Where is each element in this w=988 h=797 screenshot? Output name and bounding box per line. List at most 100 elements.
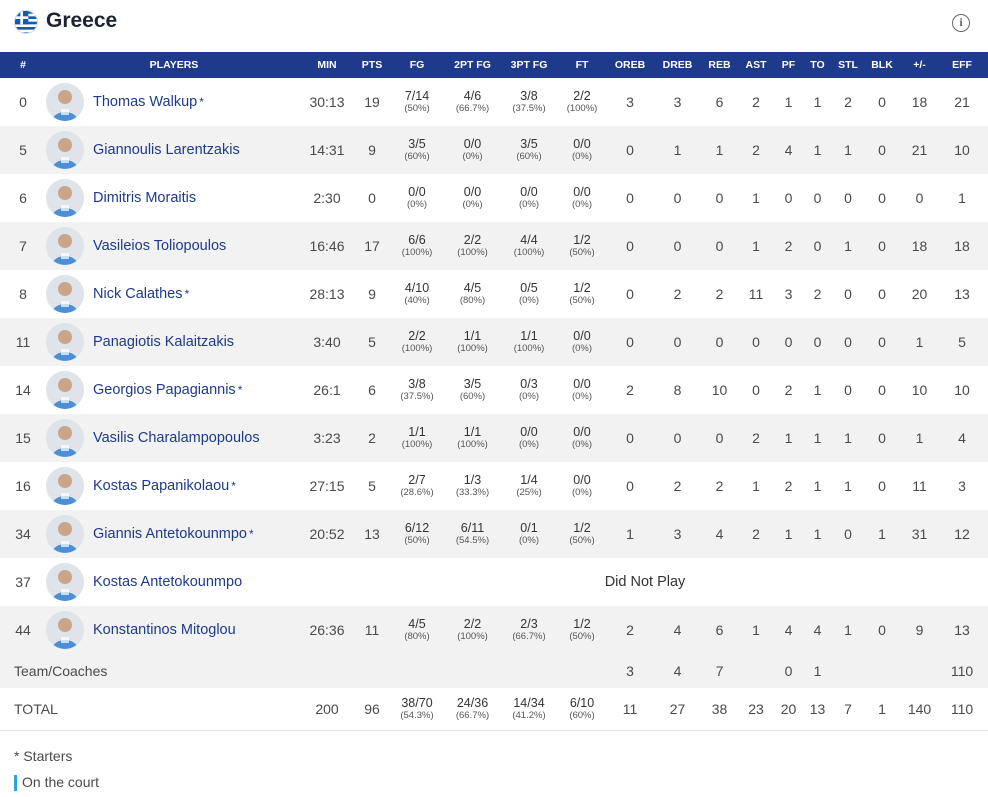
- player-row[interactable]: 7 Vasileios Toliopoulos 16:46 17 6/6 (100%) 2/…: [0, 222, 988, 270]
- fg2-cell: 2/2 (100%): [442, 606, 503, 654]
- column-header[interactable]: PTS: [352, 52, 392, 78]
- player-name-link[interactable]: Dimitris Moraitis: [93, 190, 196, 206]
- player-name-link[interactable]: Thomas Walkup: [93, 94, 197, 110]
- column-header[interactable]: EFF: [936, 52, 988, 78]
- stat-dreb: 0: [673, 430, 682, 446]
- player-name-link[interactable]: Panagiotis Kalaitzakis: [93, 334, 234, 350]
- player-row[interactable]: 37 Kostas Antetokounmpo Did Not Play: [0, 558, 988, 606]
- fg-made-attempted: 4/10: [404, 281, 430, 295]
- player-row[interactable]: 0 Thomas Walkup * 30:13 19 7/14 (50%) 4/6 (66.7%…: [0, 78, 988, 126]
- player-avatar[interactable]: [46, 611, 84, 649]
- player-avatar[interactable]: [46, 227, 84, 265]
- player-avatar[interactable]: [46, 131, 84, 169]
- player-row[interactable]: 14 Georgios Papagiannis * 26:1 6 3/8 (37.5%) 3/…: [0, 366, 988, 414]
- stat-pm: 21: [911, 142, 928, 158]
- player-avatar[interactable]: [46, 83, 84, 121]
- fg-cell: 1/1 (100%): [392, 414, 442, 462]
- team-header: Greece i: [0, 0, 988, 52]
- jersey-number: 15: [15, 430, 31, 446]
- ft-percentage: (0%): [571, 151, 593, 162]
- player-row[interactable]: 15 Vasilis Charalampopoulos 3:23 2 1/1 (100%)…: [0, 414, 988, 462]
- ft-made-attempted: 1/2: [573, 233, 591, 247]
- player-name-link[interactable]: Kostas Papanikolaou: [93, 478, 229, 494]
- fg-percentage: (50%): [404, 103, 430, 114]
- player-name-link[interactable]: Konstantinos Mitoglou: [93, 622, 236, 638]
- jersey-number: 11: [15, 334, 31, 350]
- total-stat-to: 13: [809, 700, 826, 717]
- player-row[interactable]: 5 Giannoulis Larentzakis 14:31 9 3/5 (60%) 0/0…: [0, 126, 988, 174]
- player-avatar[interactable]: [46, 563, 84, 601]
- ft-percentage: (50%): [569, 295, 595, 306]
- column-header[interactable]: +/-: [903, 52, 936, 78]
- column-header[interactable]: STL: [835, 52, 861, 78]
- player-row[interactable]: 34 Giannis Antetokounmpo * 20:52 13 6/12 (50%)…: [0, 510, 988, 558]
- stat-blk: 1: [878, 526, 886, 542]
- team-stat-ast: [735, 654, 777, 688]
- stat-pm: 10: [911, 382, 928, 398]
- player-row[interactable]: 6 Dimitris Moraitis 2:30 0 0/0 (0%) 0/0 (0%) 0/0…: [0, 174, 988, 222]
- minutes: 26:36: [309, 622, 345, 638]
- fg2-percentage: (33.3%): [455, 487, 490, 498]
- player-avatar[interactable]: [46, 515, 84, 553]
- fg2-cell: 1/3 (33.3%): [442, 462, 503, 510]
- stat-pf: 4: [784, 142, 793, 158]
- player-row[interactable]: 44 Konstantinos Mitoglou 26:36 11 4/5 (80%) 2/…: [0, 606, 988, 654]
- player-name-link[interactable]: Georgios Papagiannis: [93, 382, 236, 398]
- player-avatar[interactable]: [46, 371, 84, 409]
- stat-to: 0: [813, 238, 822, 254]
- stat-oreb: 0: [626, 142, 634, 158]
- column-header[interactable]: REB: [704, 52, 735, 78]
- player-row[interactable]: 16 Kostas Papanikolaou * 27:15 5 2/7 (28.6%) 1/…: [0, 462, 988, 510]
- starter-marker: *: [237, 383, 243, 397]
- ft-percentage: (0%): [571, 439, 593, 450]
- player-cell: Georgios Papagiannis *: [46, 366, 302, 414]
- player-avatar[interactable]: [46, 275, 84, 313]
- fg3-percentage: (60%): [516, 151, 542, 162]
- points: 6: [368, 382, 376, 398]
- player-avatar[interactable]: [46, 323, 84, 361]
- player-cell: Dimitris Moraitis: [46, 174, 302, 222]
- jersey-number: 5: [19, 142, 27, 158]
- column-header[interactable]: DREB: [651, 52, 704, 78]
- fg-made-attempted: 1/1: [408, 425, 426, 439]
- fg-percentage: (100%): [401, 439, 433, 450]
- column-header[interactable]: 3PT FG: [503, 52, 555, 78]
- column-header[interactable]: OREB: [609, 52, 651, 78]
- stat-stl: 1: [844, 238, 852, 254]
- fg2-percentage: (100%): [457, 439, 488, 450]
- ft-percentage: (0%): [571, 199, 593, 210]
- stat-blk: 0: [878, 382, 886, 398]
- player-avatar[interactable]: [46, 419, 84, 457]
- fg-percentage: (60%): [404, 151, 430, 162]
- column-header[interactable]: FT: [555, 52, 609, 78]
- stat-stl: 0: [844, 190, 852, 206]
- minutes: 27:15: [309, 478, 345, 494]
- player-avatar[interactable]: [46, 179, 84, 217]
- player-name-link[interactable]: Kostas Antetokounmpo: [93, 574, 242, 590]
- column-header[interactable]: PF: [777, 52, 800, 78]
- ft-percentage: (60%): [569, 709, 595, 721]
- player-name-link[interactable]: Nick Calathes: [93, 286, 182, 302]
- player-name-link[interactable]: Vasileios Toliopoulos: [93, 238, 226, 254]
- fg2-made-attempted: 1/1: [463, 425, 482, 439]
- player-name-link[interactable]: Vasilis Charalampopoulos: [93, 430, 260, 446]
- column-header[interactable]: #: [0, 52, 46, 78]
- column-header[interactable]: FG: [392, 52, 442, 78]
- player-name-link[interactable]: Giannoulis Larentzakis: [93, 142, 240, 158]
- player-row[interactable]: 8 Nick Calathes * 28:13 9 4/10 (40%) 4/5 (80%) 0/…: [0, 270, 988, 318]
- player-name-link[interactable]: Giannis Antetokounmpo: [93, 526, 247, 542]
- player-row[interactable]: 11 Panagiotis Kalaitzakis 3:40 5 2/2 (100%) 1/…: [0, 318, 988, 366]
- stat-pm: 1: [915, 334, 924, 350]
- info-icon[interactable]: i: [952, 14, 970, 32]
- column-header[interactable]: TO: [800, 52, 835, 78]
- on-court-indicator: [14, 775, 17, 791]
- column-header[interactable]: MIN: [302, 52, 352, 78]
- column-header[interactable]: 2PT FG: [442, 52, 503, 78]
- stat-ast: 0: [752, 334, 760, 350]
- legend-on-court-label: On the court: [22, 774, 100, 790]
- fg-made-attempted: 7/14: [404, 89, 430, 103]
- player-avatar[interactable]: [46, 467, 84, 505]
- column-header[interactable]: AST: [735, 52, 777, 78]
- column-header[interactable]: PLAYERS: [46, 52, 302, 78]
- column-header[interactable]: BLK: [861, 52, 903, 78]
